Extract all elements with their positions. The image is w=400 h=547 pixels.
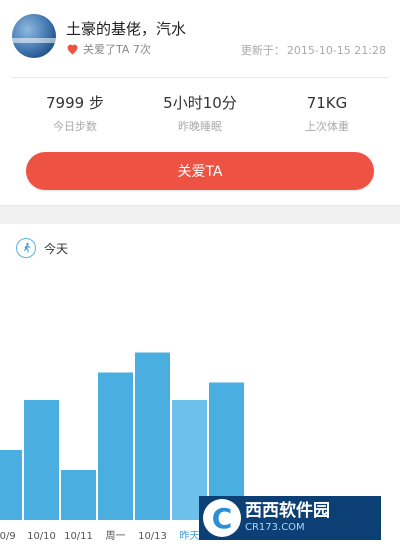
heart-icon xyxy=(67,44,78,55)
x-tick-label-1: 10/10 xyxy=(27,531,56,542)
updated-value: 2015-10-15 21:28 xyxy=(286,44,386,57)
care-count-text: 关爱了TA 7次 xyxy=(83,43,151,56)
x-tick-label-4: 10/13 xyxy=(138,531,167,542)
watermark-text: 西西软件园 CR173.COM xyxy=(245,501,330,535)
x-tick-label-2: 10/11 xyxy=(64,531,93,542)
chart-header: 今天 xyxy=(16,238,68,258)
divider xyxy=(12,77,388,78)
x-tick-label-3: 周一 xyxy=(106,530,126,542)
stat-weight-value: 71KG xyxy=(306,94,348,112)
updated-label: 更新于： xyxy=(240,44,285,57)
stat-weight-label: 上次体重 xyxy=(305,120,349,133)
bar-4[interactable] xyxy=(135,352,170,521)
x-tick-label-0: 10/9 xyxy=(0,531,16,542)
watermark-logo: C xyxy=(203,499,241,537)
running-icon xyxy=(16,238,36,258)
stat-sleep-value: 5小时10分 xyxy=(163,94,237,112)
friend-name: 土豪的基佬，汽水 xyxy=(66,20,187,38)
care-count-row: 关爱了TA 7次 xyxy=(66,41,151,57)
stat-steps-label: 今日步数 xyxy=(53,120,97,133)
stat-sleep-label: 昨晚睡眠 xyxy=(178,120,222,133)
bar-1[interactable] xyxy=(24,400,59,520)
bar-2[interactable] xyxy=(61,470,96,520)
stat-steps: 7999 步 今日步数 xyxy=(10,92,140,134)
section-separator xyxy=(0,205,400,224)
stat-sleep: 5小时10分 昨晚睡眠 xyxy=(135,92,265,134)
watermark-url: CR173.COM xyxy=(245,522,305,533)
watermark: C 西西软件园 CR173.COM xyxy=(199,496,381,540)
stat-weight: 71KG 上次体重 xyxy=(262,92,392,134)
bar-3[interactable] xyxy=(98,372,133,521)
x-tick-label-5: 昨天 xyxy=(180,530,200,542)
care-button[interactable]: 关爱TA xyxy=(26,152,374,190)
bar-0[interactable] xyxy=(0,450,22,520)
stats-row: 7999 步 今日步数 5小时10分 昨晚睡眠 71KG 上次体重 xyxy=(0,92,400,142)
stat-steps-value: 7999 步 xyxy=(46,94,104,112)
updated-time: 更新于： 2015-10-15 21:28 xyxy=(241,42,386,58)
watermark-name: 西西软件园 xyxy=(245,501,330,521)
avatar[interactable] xyxy=(12,14,56,58)
chart-title: 今天 xyxy=(44,241,69,256)
profile-header: 土豪的基佬，汽水 关爱了TA 7次 更新于： 2015-10-15 21:28 xyxy=(0,0,400,78)
